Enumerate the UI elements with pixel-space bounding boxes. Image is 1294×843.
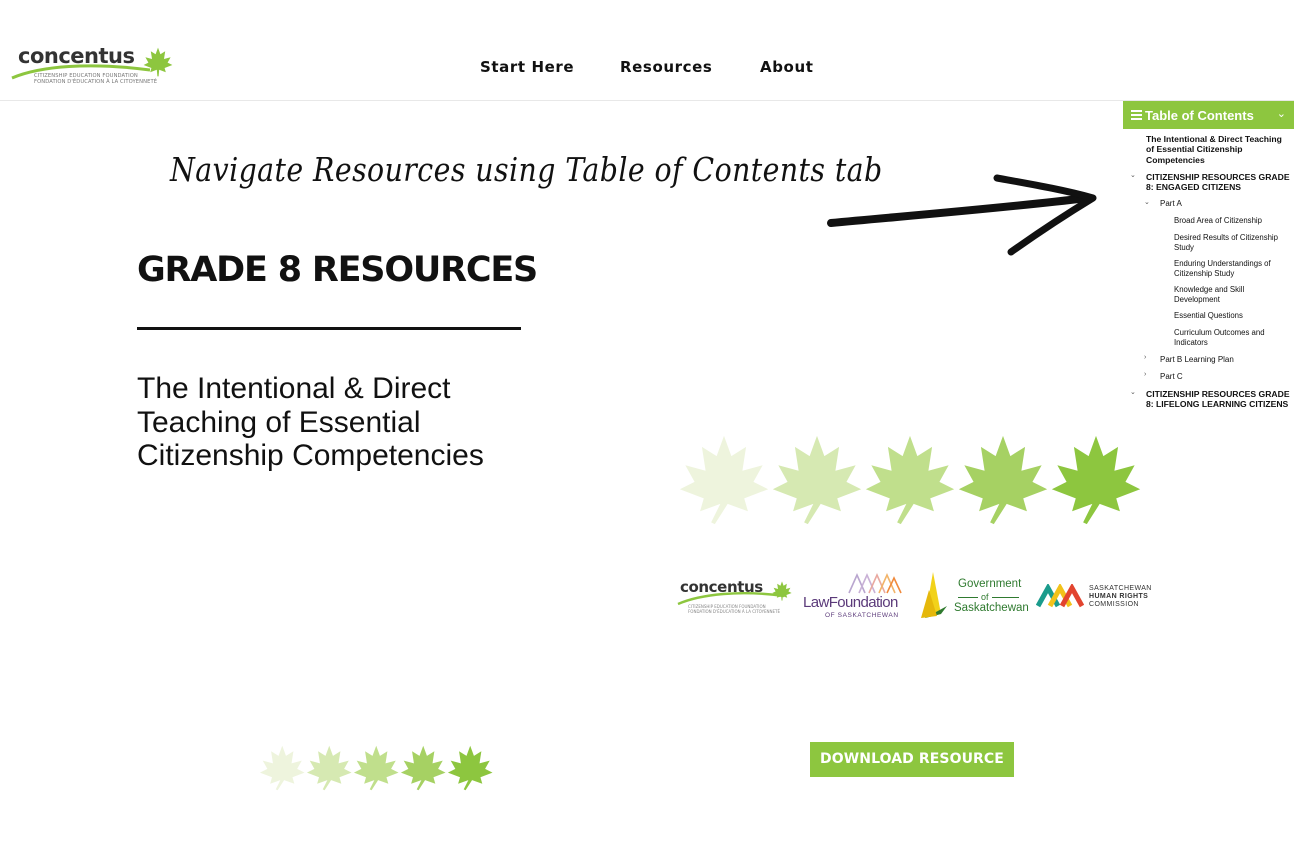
maple-leaf-icon [400, 745, 446, 791]
maple-leaf-icon [306, 745, 352, 791]
page-title: GRADE 8 RESOURCES [137, 250, 538, 290]
toc-item-knowledge-skill[interactable]: Knowledge and Skill Development [1174, 285, 1292, 306]
maple-leaf-icon [865, 435, 955, 525]
maple-leaf-icon [353, 745, 399, 791]
toc-item-part-b[interactable]: Part B Learning Plan [1160, 355, 1290, 365]
wheat-icon [921, 572, 947, 618]
gov-line-government: Government [958, 578, 1022, 590]
maple-leaves-decoration-small [259, 745, 493, 791]
maple-leaves-decoration [679, 435, 1141, 525]
resource-subtitle: The Intentional & Direct Teaching of Ess… [137, 372, 484, 472]
maple-leaf-icon [1051, 435, 1141, 525]
toc-item-desired-results[interactable]: Desired Results of Citizenship Study [1174, 233, 1292, 254]
partner-concentus-subline-fr: FONDATION D'ÉDUCATION À LA CITOYENNETÉ [688, 609, 781, 614]
shrc-line-3: COMMISSION [1089, 601, 1139, 608]
table-of-contents-panel: Table of Contents ⌄ The Intentional & Di… [1123, 101, 1294, 411]
partner-concentus-wordmark: concentus [680, 578, 763, 596]
maple-leaf-icon [772, 435, 862, 525]
chevron-down-icon[interactable]: ⌄ [1130, 388, 1136, 396]
law-foundation-logo[interactable]: LawFoundation OF SASKATCHEWAN [803, 572, 907, 620]
chevron-right-icon[interactable]: › [1144, 371, 1146, 378]
maple-leaf-icon [259, 745, 305, 791]
law-foundation-name: LawFoundation [803, 594, 898, 611]
partner-logos: concentus CITIZENSHIP EDUCATION FOUNDATI… [676, 568, 1156, 624]
maple-leaf-icon [772, 581, 792, 601]
gov-line-saskatchewan: Saskatchewan [954, 602, 1029, 614]
hand-drawn-arrow-icon [827, 174, 1097, 256]
toc-item-intentional-teaching[interactable]: The Intentional & Direct Teaching of Ess… [1146, 134, 1292, 165]
logo-subline-fr: FONDATION D'ÉDUCATION À LA CITOYENNETÉ [34, 79, 158, 85]
nav-resources[interactable]: Resources [620, 58, 712, 76]
logo-wordmark: concentus [18, 44, 135, 68]
maple-leaf-icon [679, 435, 769, 525]
toc-title: Table of Contents [1145, 108, 1254, 123]
gov-rule-right [992, 597, 1019, 598]
toc-header[interactable]: Table of Contents ⌄ [1123, 101, 1294, 129]
handwritten-annotation: Navigate Resources using Table of Conten… [170, 150, 883, 189]
shrc-line-1: SASKATCHEWAN [1089, 585, 1152, 592]
maple-leaf-icon [143, 47, 173, 77]
toc-item-broad-area[interactable]: Broad Area of Citizenship [1174, 216, 1292, 226]
toc-item-engaged-citizens[interactable]: CITIZENSHIP RESOURCES GRADE 8: ENGAGED C… [1146, 172, 1292, 193]
law-foundation-sub: OF SASKATCHEWAN [825, 612, 899, 619]
maple-leaf-icon [958, 435, 1048, 525]
chevron-down-icon[interactable]: ⌄ [1130, 171, 1136, 179]
gov-rule-left [958, 597, 978, 598]
title-divider [137, 327, 521, 330]
gov-line-of: of [981, 592, 989, 602]
maple-leaf-icon [447, 745, 493, 791]
toc-item-enduring-understandings[interactable]: Enduring Understandings of Citizenship S… [1174, 259, 1292, 280]
mountains-icon [848, 573, 902, 594]
nav-about[interactable]: About [760, 58, 814, 76]
chevron-right-icon[interactable]: › [1144, 354, 1146, 361]
toc-item-part-a[interactable]: Part A [1160, 199, 1290, 209]
shrc-line-2: HUMAN RIGHTS [1089, 593, 1149, 600]
site-header: concentus CITIZENSHIP EDUCATION FOUNDATI… [0, 0, 1294, 101]
concentus-logo[interactable]: concentus CITIZENSHIP EDUCATION FOUNDATI… [10, 44, 180, 90]
government-saskatchewan-logo[interactable]: Government of Saskatchewan [919, 570, 1029, 622]
chevrons-icon [1036, 584, 1084, 608]
concentus-partner-logo[interactable]: concentus CITIZENSHIP EDUCATION FOUNDATI… [676, 578, 794, 618]
toc-item-lifelong-learning[interactable]: CITIZENSHIP RESOURCES GRADE 8: LIFELONG … [1146, 389, 1292, 410]
nav-start-here[interactable]: Start Here [480, 58, 574, 76]
download-resource-button[interactable]: DOWNLOAD RESOURCE [810, 742, 1014, 777]
toc-item-curriculum-outcomes[interactable]: Curriculum Outcomes and Indicators [1174, 328, 1292, 349]
toc-item-part-c[interactable]: Part C [1160, 372, 1290, 382]
chevron-down-icon[interactable]: ⌄ [1144, 198, 1150, 206]
toc-item-essential-questions[interactable]: Essential Questions [1174, 311, 1292, 321]
chevron-down-icon[interactable]: ⌄ [1277, 107, 1286, 120]
hamburger-icon [1131, 110, 1142, 120]
human-rights-commission-logo[interactable]: SASKATCHEWAN HUMAN RIGHTS COMMISSION [1036, 582, 1152, 612]
